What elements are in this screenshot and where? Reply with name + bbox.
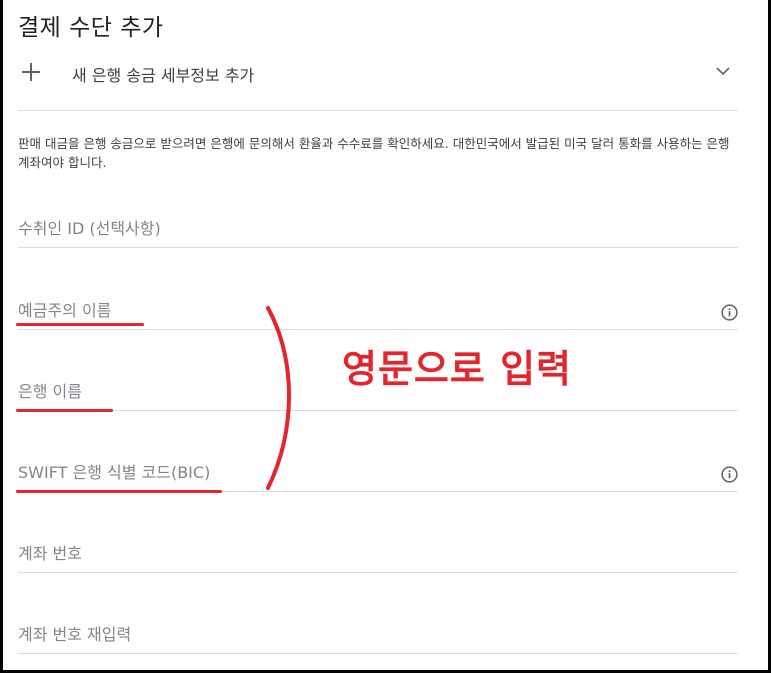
add-bank-transfer-label: 새 은행 송금 세부정보 추가: [72, 66, 255, 85]
account-number-field[interactable]: 계좌 번호: [18, 533, 738, 573]
recipient-id-label: 수취인 ID (선택사항): [18, 219, 161, 238]
recipient-id-field[interactable]: 수취인 ID (선택사항): [18, 208, 738, 248]
bank-name-label: 은행 이름: [18, 382, 82, 401]
add-bank-transfer-row[interactable]: 새 은행 송금 세부정보 추가: [18, 56, 738, 111]
account-number-label: 계좌 번호: [18, 544, 82, 563]
annotation-text: 영문으로 입력: [342, 347, 572, 391]
account-number-confirm-label: 계좌 번호 재입력: [18, 625, 132, 644]
swift-code-label: SWIFT 은행 식별 코드(BIC): [18, 463, 211, 482]
page-title: 결제 수단 추가: [18, 15, 164, 41]
annotation-underline: [16, 490, 222, 493]
bank-transfer-description: 판매 대금을 은행 송금으로 받으려면 은행에 문의해서 환율과 수수료를 확인…: [18, 136, 730, 170]
annotation-underline: [16, 323, 144, 326]
account-number-confirm-field[interactable]: 계좌 번호 재입력: [18, 614, 738, 654]
swift-code-field[interactable]: SWIFT 은행 식별 코드(BIC): [18, 452, 738, 492]
info-icon[interactable]: [721, 304, 738, 321]
annotation-bracket: [266, 306, 291, 490]
plus-icon: [22, 63, 40, 81]
account-holder-label: 예금주의 이름: [18, 301, 112, 320]
info-icon[interactable]: [721, 466, 738, 483]
chevron-down-icon[interactable]: [716, 64, 730, 78]
annotation-underline: [16, 409, 113, 412]
